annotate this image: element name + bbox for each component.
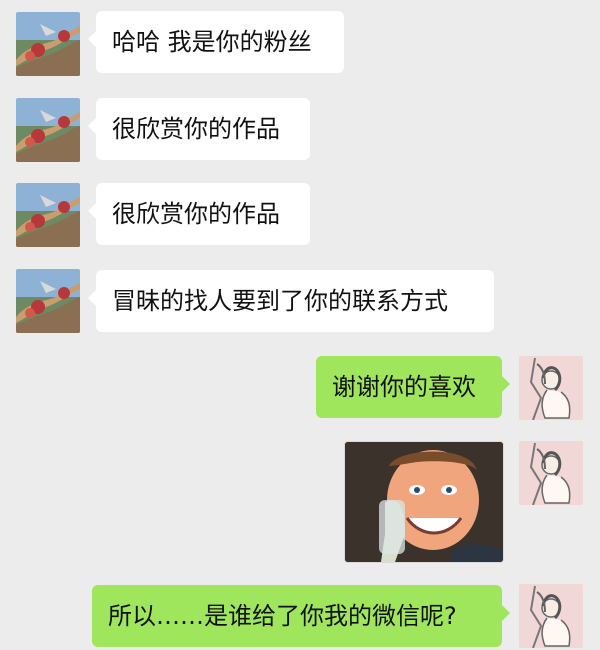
message-text: 哈哈 我是你的粉丝 bbox=[112, 28, 312, 56]
message-bubble-incoming[interactable]: 哈哈 我是你的粉丝 bbox=[88, 11, 344, 73]
image-message[interactable] bbox=[344, 441, 504, 563]
great-wall-avatar-icon bbox=[16, 12, 80, 76]
message-text: 所以……是谁给了你我的微信呢? bbox=[108, 602, 457, 630]
message-text: 冒昧的找人要到了你的联系方式 bbox=[112, 287, 448, 315]
great-wall-avatar-icon bbox=[16, 269, 80, 333]
woman-drawing-avatar-icon bbox=[519, 584, 583, 648]
message-bubble-outgoing[interactable]: 所以……是谁给了你我的微信呢? bbox=[92, 585, 510, 647]
message-bubble-incoming[interactable]: 很欣赏你的作品 bbox=[88, 98, 310, 160]
sender-avatar[interactable] bbox=[16, 98, 80, 162]
message-text: 很欣赏你的作品 bbox=[112, 200, 280, 228]
woman-drawing-avatar-icon bbox=[519, 441, 583, 505]
great-wall-avatar-icon bbox=[16, 98, 80, 162]
receiver-avatar[interactable] bbox=[519, 584, 583, 648]
chat-thread: 哈哈 我是你的粉丝 很欣赏你的作品 很欣赏你的作品 冒昧的找人要到了你的联系方式… bbox=[0, 0, 600, 650]
sender-avatar[interactable] bbox=[16, 12, 80, 76]
message-bubble-incoming[interactable]: 冒昧的找人要到了你的联系方式 bbox=[88, 270, 494, 332]
message-text: 谢谢你的喜欢 bbox=[332, 373, 476, 401]
message-bubble-outgoing[interactable]: 谢谢你的喜欢 bbox=[316, 356, 510, 418]
sender-avatar[interactable] bbox=[16, 269, 80, 333]
sender-avatar[interactable] bbox=[16, 183, 80, 247]
receiver-avatar[interactable] bbox=[519, 356, 583, 420]
message-text: 很欣赏你的作品 bbox=[112, 115, 280, 143]
receiver-avatar[interactable] bbox=[519, 441, 583, 505]
woman-drawing-avatar-icon bbox=[519, 356, 583, 420]
smiling-man-photo-icon bbox=[345, 442, 503, 562]
great-wall-avatar-icon bbox=[16, 183, 80, 247]
message-bubble-incoming[interactable]: 很欣赏你的作品 bbox=[88, 183, 310, 245]
